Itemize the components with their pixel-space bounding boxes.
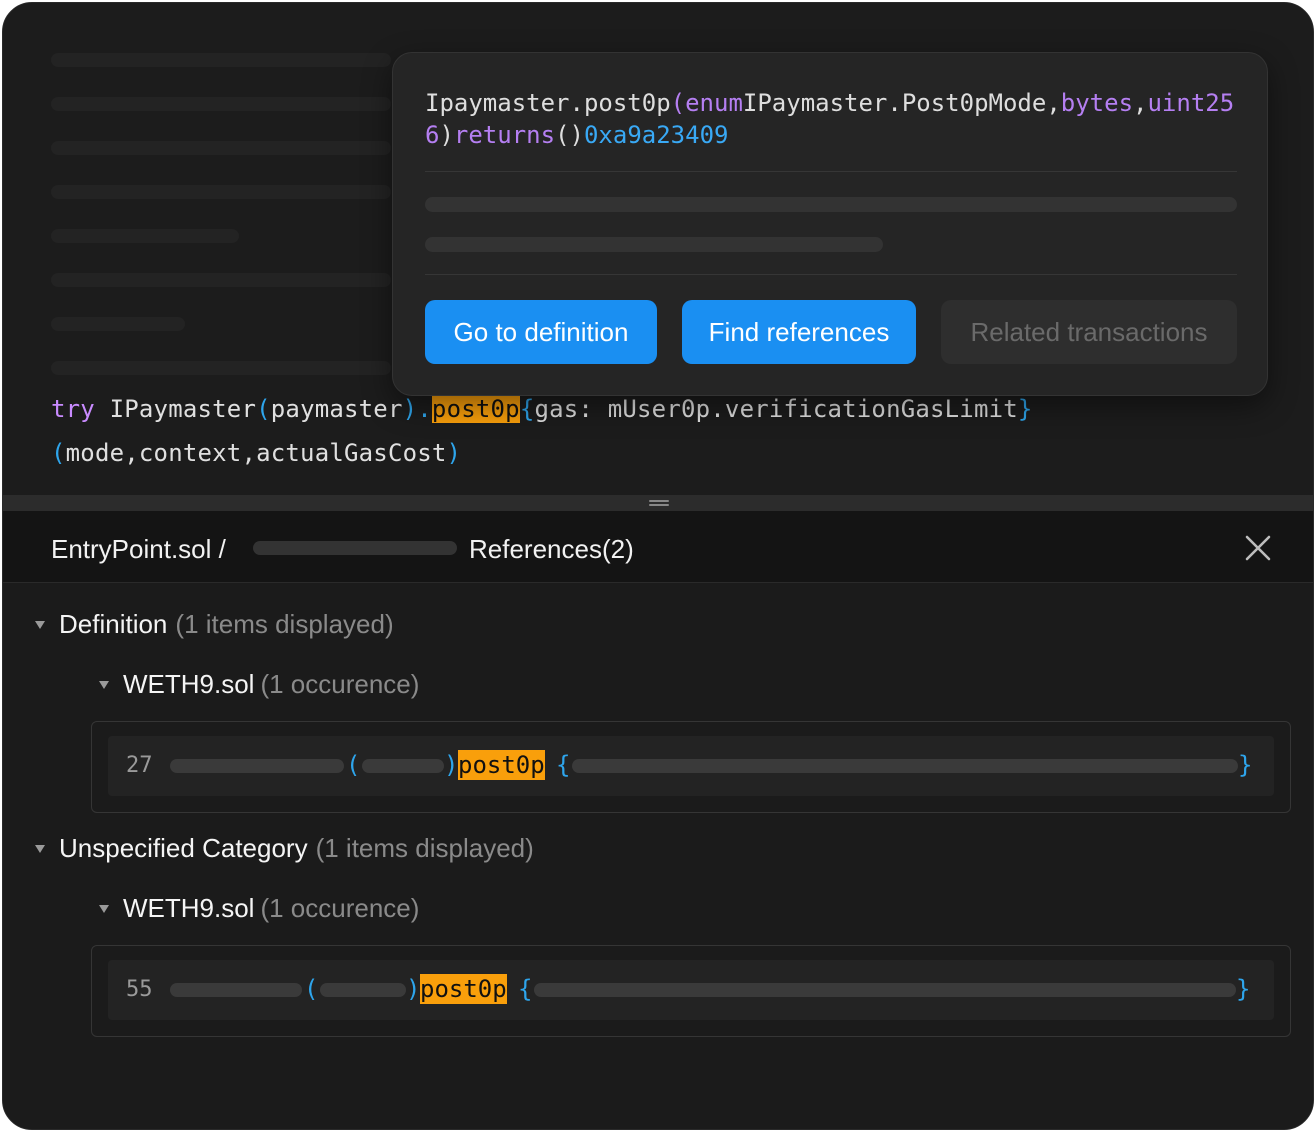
- gas-expression: gas: mUser0p.verificationGasLimit: [534, 395, 1018, 423]
- highlighted-symbol-post0p[interactable]: post0p: [431, 395, 520, 423]
- signature-paren-open: (: [670, 89, 686, 117]
- group-title: Unspecified Category: [59, 833, 308, 863]
- paren-close: ): [402, 395, 418, 423]
- symbol-popover: Ipaymaster.post0p(enumIPaymaster.Post0pM…: [392, 52, 1268, 396]
- caret-down-icon[interactable]: [35, 620, 45, 629]
- file-header[interactable]: WETH9.sol (1 occurence): [99, 893, 419, 924]
- description-placeholder: [425, 197, 1237, 212]
- reference-result[interactable]: 27 ( ) post0p { }: [91, 721, 1291, 813]
- function-signature: Ipaymaster.post0p(enumIPaymaster.Post0pM…: [425, 87, 1245, 151]
- signature-selector: 0xa9a23409: [583, 121, 729, 149]
- group-count: (1 items displayed): [175, 609, 394, 639]
- signature-type-enum: enum: [685, 89, 743, 117]
- paren-close: ): [444, 751, 459, 779]
- signature-paren-close: ): [439, 121, 454, 149]
- paren-open: (: [346, 751, 361, 779]
- placeholder-line: [51, 97, 391, 111]
- references-panel-header: EntryPoint.sol / References(2): [3, 511, 1313, 583]
- keyword-try: try: [51, 395, 95, 423]
- app-frame: try IPaymaster(paymaster).post0p{gas: mU…: [2, 2, 1314, 1130]
- caret-down-icon[interactable]: [99, 904, 109, 913]
- brace-close: }: [1238, 751, 1253, 779]
- line-number: 55: [126, 977, 153, 1002]
- file-header[interactable]: WETH9.sol (1 occurence): [99, 669, 419, 700]
- placeholder-line: [51, 273, 391, 287]
- placeholder-line: [51, 361, 391, 375]
- code-line-1: try IPaymaster(paymaster).post0p{gas: mU…: [51, 395, 1033, 423]
- highlighted-match: post0p: [458, 750, 545, 780]
- placeholder-line: [51, 141, 391, 155]
- file-name: WETH9.sol: [123, 893, 255, 923]
- paren-close: ): [406, 975, 421, 1003]
- brace-open: {: [518, 975, 533, 1003]
- signature-comma: ,: [1133, 89, 1148, 117]
- paren-open: (: [256, 395, 271, 423]
- signature-comma: ,: [1046, 89, 1061, 117]
- popover-divider: [425, 171, 1237, 172]
- group-count: (1 items displayed): [315, 833, 534, 863]
- placeholder-line: [51, 185, 391, 199]
- signature-returns: returns: [453, 121, 556, 149]
- paren-open: (: [51, 439, 66, 467]
- paren-close: ): [446, 439, 462, 467]
- reference-result[interactable]: 55 ( ) post0p { }: [91, 945, 1291, 1037]
- code-placeholder: [170, 759, 344, 773]
- call-arguments: mode,context,actualGasCost: [65, 439, 447, 467]
- signature-type-bytes: bytes: [1060, 89, 1134, 117]
- breadcrumb-placeholder: [253, 541, 457, 555]
- paren-open: (: [304, 975, 319, 1003]
- breadcrumb-title: References(2): [469, 534, 634, 564]
- placeholder-line: [51, 317, 185, 331]
- signature-type-name: IPaymaster.Post0pMode: [742, 89, 1047, 117]
- identifier-ipaymaster: IPaymaster: [94, 395, 257, 423]
- caret-down-icon[interactable]: [35, 844, 45, 853]
- argument-paymaster: paymaster: [270, 395, 403, 423]
- find-references-button[interactable]: Find references: [682, 300, 916, 364]
- group-header-definition[interactable]: Definition (1 items displayed): [35, 609, 394, 640]
- go-to-definition-button[interactable]: Go to definition: [425, 300, 657, 364]
- code-placeholder: [320, 983, 406, 997]
- brace-open: {: [519, 395, 535, 423]
- group-header-unspecified[interactable]: Unspecified Category (1 items displayed): [35, 833, 534, 864]
- group-title: Definition: [59, 609, 168, 639]
- description-placeholder: [425, 237, 883, 252]
- related-transactions-button[interactable]: Related transactions: [941, 300, 1237, 364]
- code-placeholder: [362, 759, 444, 773]
- brace-close: }: [1236, 975, 1251, 1003]
- file-occurrence-count: (1 occurence): [260, 893, 420, 923]
- highlighted-match: post0p: [420, 974, 507, 1004]
- reference-line[interactable]: 55 ( ) post0p { }: [108, 960, 1274, 1020]
- brace-close: }: [1017, 395, 1033, 423]
- signature-returns-parens: (): [555, 121, 584, 149]
- line-number: 27: [126, 753, 153, 778]
- popover-divider: [425, 274, 1237, 275]
- dot: .: [417, 395, 432, 423]
- file-name: WETH9.sol: [123, 669, 255, 699]
- brace-open: {: [556, 751, 571, 779]
- code-placeholder: [170, 983, 302, 997]
- code-editor[interactable]: try IPaymaster(paymaster).post0p{gas: mU…: [3, 3, 1313, 495]
- code-placeholder: [572, 759, 1238, 773]
- placeholder-line: [51, 229, 239, 243]
- code-line-2: (mode,context,actualGasCost): [51, 439, 461, 467]
- grip-line: [649, 500, 669, 502]
- code-placeholder: [534, 983, 1236, 997]
- references-panel: Definition (1 items displayed) WETH9.sol…: [3, 583, 1313, 1129]
- caret-down-icon[interactable]: [99, 680, 109, 689]
- panel-resize-handle[interactable]: [3, 495, 1313, 511]
- grip-line: [649, 504, 669, 506]
- close-icon[interactable]: [1243, 533, 1273, 563]
- reference-line[interactable]: 27 ( ) post0p { }: [108, 736, 1274, 796]
- placeholder-line: [51, 53, 391, 67]
- file-occurrence-count: (1 occurence): [260, 669, 420, 699]
- breadcrumb-file[interactable]: EntryPoint.sol /: [51, 534, 226, 565]
- signature-name: Ipaymaster.post0p: [425, 89, 671, 117]
